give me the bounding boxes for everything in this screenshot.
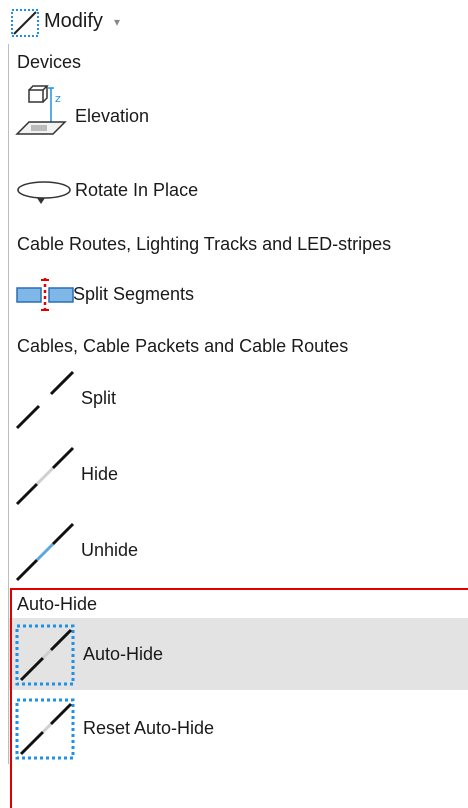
section-header-cables: Cables, Cable Packets and Cable Routes bbox=[17, 336, 349, 356]
modify-menu: Devices z Elevation Rotate In Place Cabl… bbox=[8, 44, 468, 808]
rotate-icon bbox=[17, 181, 71, 204]
menu-item-unhide[interactable]: Unhide bbox=[9, 516, 468, 588]
menu-item-label: Hide bbox=[81, 464, 119, 484]
unhide-line-icon bbox=[15, 522, 75, 582]
hide-line-icon bbox=[15, 446, 75, 506]
split-line-icon bbox=[15, 370, 75, 430]
elevation-icon: z bbox=[15, 85, 67, 135]
menu-item-label: Elevation bbox=[75, 106, 150, 126]
split-segments-icon bbox=[16, 278, 74, 312]
menu-item-label: Split Segments bbox=[73, 284, 195, 304]
menu-item-label: Split bbox=[81, 388, 117, 408]
menu-item-split[interactable]: Split bbox=[9, 364, 468, 434]
menu-item-split-segments[interactable]: Split Segments bbox=[9, 270, 468, 320]
modify-dropdown[interactable]: Modify ▾ bbox=[0, 0, 150, 44]
chevron-down-icon[interactable]: ▾ bbox=[106, 8, 128, 36]
modify-label: Modify bbox=[44, 10, 103, 32]
menu-item-label: Rotate In Place bbox=[75, 180, 199, 200]
menu-item-hide[interactable]: Hide bbox=[9, 440, 468, 512]
svg-text:z: z bbox=[55, 92, 61, 105]
section-header-cable-routes-lighting: Cable Routes, Lighting Tracks and LED-st… bbox=[17, 234, 392, 254]
menu-item-label: Unhide bbox=[81, 540, 139, 560]
menu-item-elevation[interactable]: z Elevation bbox=[9, 80, 468, 144]
section-header-devices: Devices bbox=[17, 52, 82, 72]
selection-outline bbox=[10, 588, 468, 808]
menu-item-rotate-in-place[interactable]: Rotate In Place bbox=[9, 170, 468, 210]
dashed-box-line-icon bbox=[11, 9, 39, 37]
